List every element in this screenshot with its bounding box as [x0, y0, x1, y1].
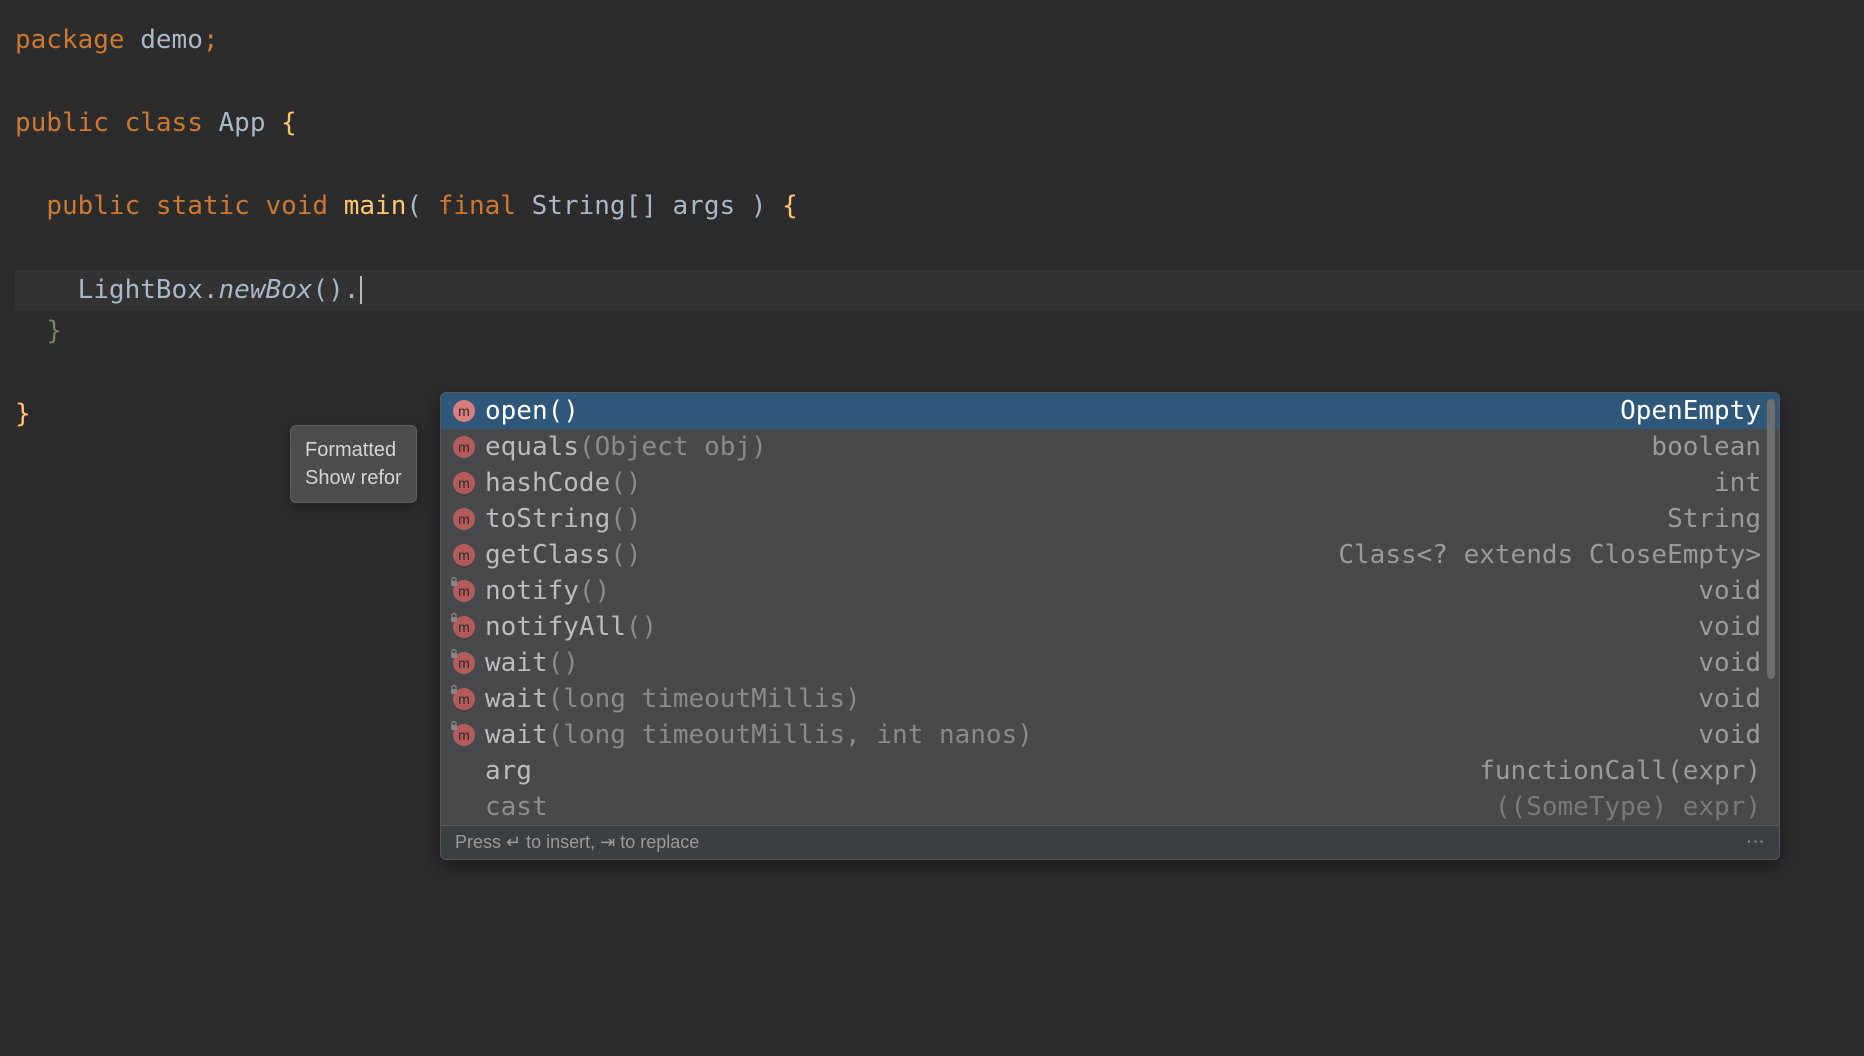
more-options-icon[interactable]: ⋮ — [1745, 833, 1766, 853]
completion-params: () — [626, 612, 657, 642]
code-line-blank — [15, 62, 1864, 104]
completion-name: open — [485, 396, 548, 426]
code-line-blank — [15, 228, 1864, 270]
variable-ref: LightBox — [78, 275, 203, 305]
tooltip-text: Show refor — [305, 464, 402, 492]
completion-item[interactable]: mwait()void — [441, 645, 1779, 681]
completion-item[interactable]: mwait(long timeoutMillis)void — [441, 681, 1779, 717]
completion-item[interactable]: mnotify()void — [441, 573, 1779, 609]
current-code-line: LightBox.newBox(). — [15, 270, 1864, 312]
tooltip-text: Formatted — [305, 436, 402, 464]
method-icon: m — [453, 400, 475, 422]
text-cursor — [360, 276, 362, 304]
keyword-package: package — [15, 25, 125, 55]
completion-return-type: OpenEmpty — [1620, 396, 1761, 426]
package-name: demo — [140, 25, 203, 55]
code-completion-popup[interactable]: mopen()OpenEmptymequals(Object obj)boole… — [440, 392, 1780, 860]
keyword-class: class — [125, 108, 203, 138]
completion-item[interactable]: mwait(long timeoutMillis, int nanos)void — [441, 717, 1779, 753]
completion-item[interactable]: m getClass() Class<? extends CloseEmpty> — [441, 537, 1779, 573]
completion-params: (long timeoutMillis, int nanos) — [548, 720, 1033, 750]
completion-item[interactable]: mnotifyAll()void — [441, 609, 1779, 645]
completion-return-type: void — [1698, 576, 1761, 606]
completion-return-type: ((SomeType) expr) — [1495, 792, 1761, 822]
completion-return-type: void — [1698, 684, 1761, 714]
reformat-tooltip: Formatted Show refor — [290, 425, 417, 503]
code-line: } — [15, 311, 1864, 353]
completion-item[interactable]: arg functionCall(expr) — [441, 753, 1779, 789]
code-editor[interactable]: package demo; public class App { public … — [0, 0, 1864, 436]
code-line: package demo; — [15, 20, 1864, 62]
code-line: public class App { — [15, 103, 1864, 145]
completion-return-type: void — [1698, 720, 1761, 750]
completion-return-type: void — [1698, 648, 1761, 678]
completion-item[interactable]: m hashCode() int — [441, 465, 1779, 501]
method-icon: m — [453, 544, 475, 566]
completion-params: (long timeoutMillis) — [548, 684, 861, 714]
method-name: main — [344, 191, 407, 221]
completion-name: wait — [485, 648, 548, 678]
code-line-blank — [15, 145, 1864, 187]
completion-name: arg — [485, 756, 532, 786]
code-line-blank — [15, 353, 1864, 395]
completion-params: () — [610, 540, 641, 570]
completion-return-type: void — [1698, 612, 1761, 642]
completion-return-type: boolean — [1651, 432, 1761, 462]
completion-return-type: Class<? extends CloseEmpty> — [1338, 540, 1761, 570]
completion-item[interactable]: mopen() OpenEmpty — [441, 393, 1779, 429]
method-icon: m — [453, 508, 475, 530]
code-line: public static void main( final String[] … — [15, 186, 1864, 228]
keyword-public: public — [15, 108, 109, 138]
completion-name: cast — [485, 792, 548, 822]
completion-list[interactable]: mopen()OpenEmptymequals(Object obj)boole… — [441, 393, 1779, 825]
completion-params: () — [548, 396, 579, 426]
completion-name: wait — [485, 684, 548, 714]
completion-params: () — [579, 576, 610, 606]
completion-return-type: functionCall(expr) — [1479, 756, 1761, 786]
method-call: newBox — [219, 275, 313, 305]
completion-item[interactable]: cast ((SomeType) expr) — [441, 789, 1779, 825]
class-name: App — [219, 108, 266, 138]
completion-name: notify — [485, 576, 579, 606]
completion-name: wait — [485, 720, 548, 750]
completion-params: (Object obj) — [579, 432, 767, 462]
completion-return-type: int — [1714, 468, 1761, 498]
completion-params: () — [548, 648, 579, 678]
completion-return-type: String — [1667, 504, 1761, 534]
completion-item[interactable]: mequals(Object obj) boolean — [441, 429, 1779, 465]
completion-name: notifyAll — [485, 612, 626, 642]
completion-name: toString — [485, 504, 610, 534]
completion-footer: Press ↵ to insert, ⇥ to replace ⋮ — [441, 825, 1779, 859]
completion-params: () — [610, 504, 641, 534]
footer-hint: Press ↵ to insert, ⇥ to replace — [455, 832, 699, 853]
completion-name: getClass — [485, 540, 610, 570]
completion-name: hashCode — [485, 468, 610, 498]
template-icon — [453, 796, 475, 818]
method-icon: m — [453, 436, 475, 458]
completion-name: equals — [485, 432, 579, 462]
template-icon — [453, 760, 475, 782]
scrollbar[interactable] — [1767, 399, 1775, 679]
completion-item[interactable]: m toString() String — [441, 501, 1779, 537]
method-icon: m — [453, 472, 475, 494]
completion-params: () — [610, 468, 641, 498]
